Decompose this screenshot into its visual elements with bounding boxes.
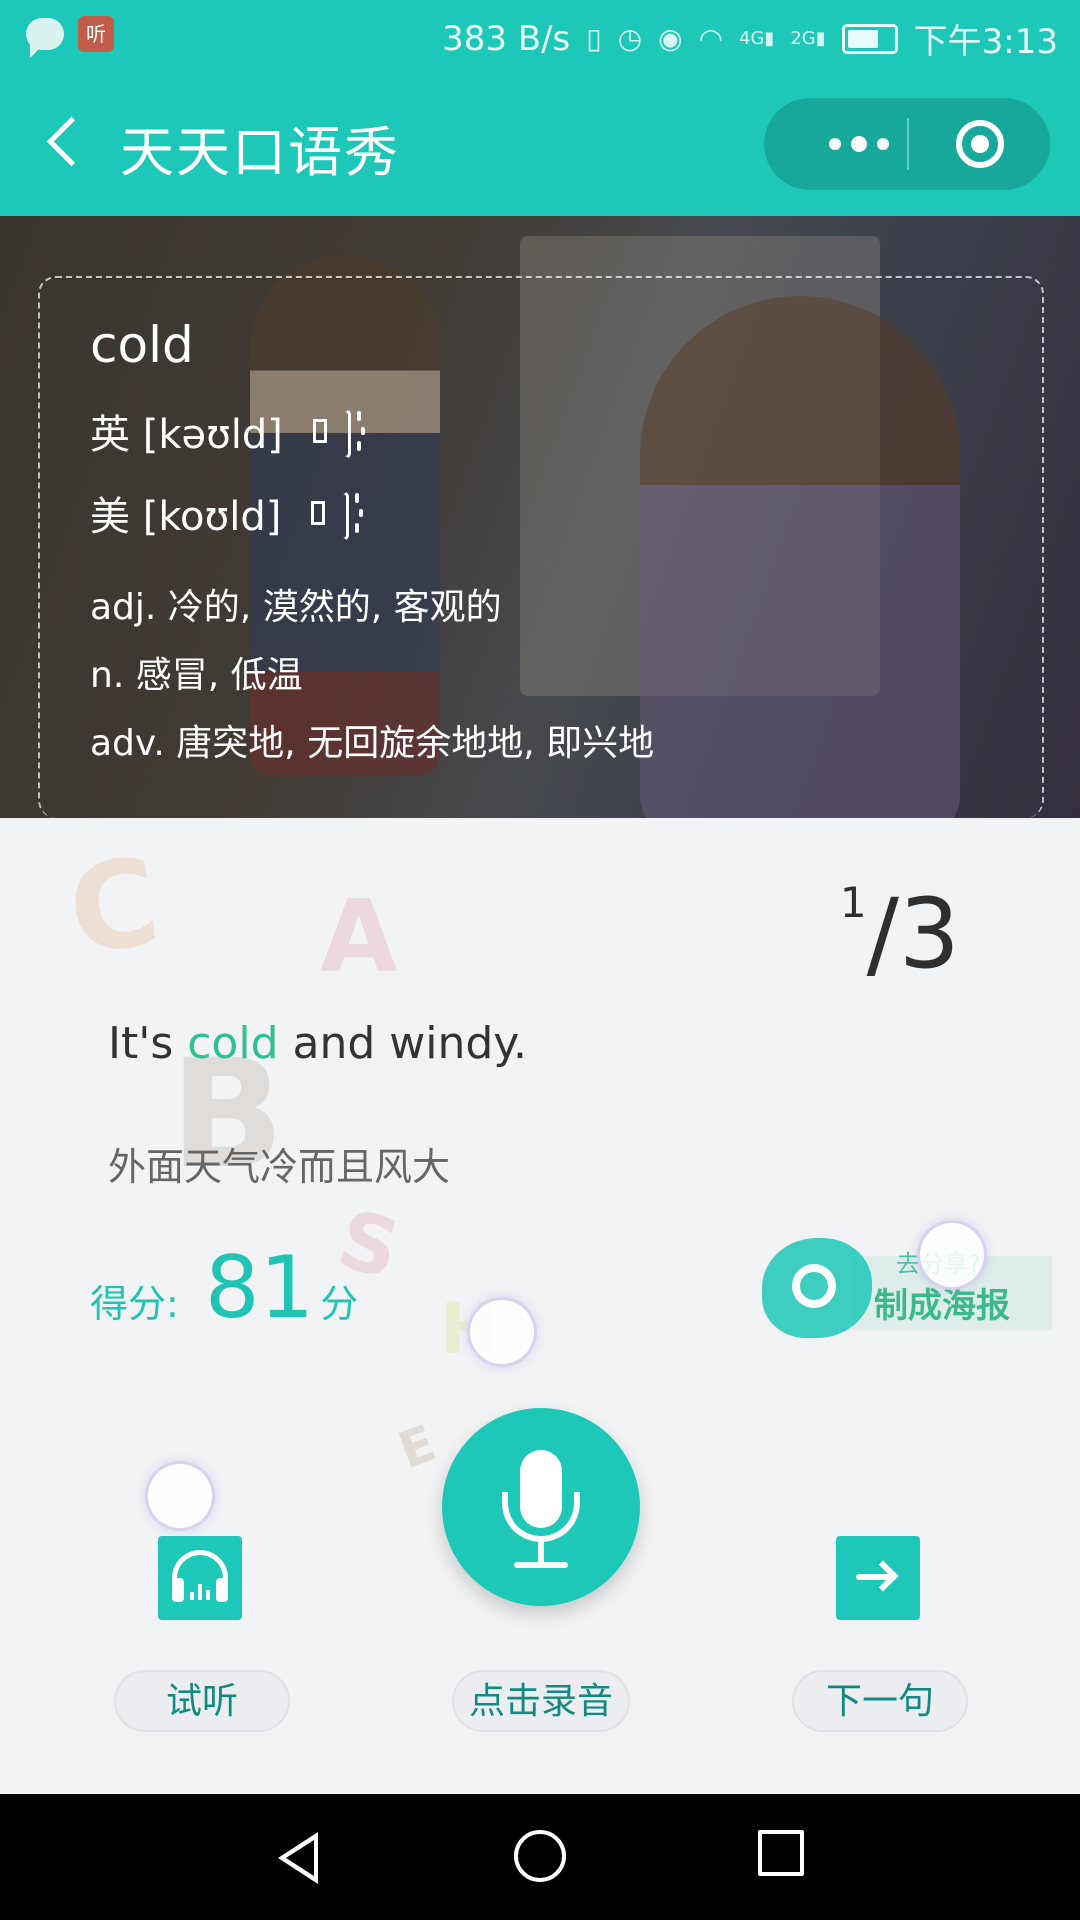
arrow-right-icon (856, 1574, 892, 1580)
score-value: 81 (204, 1238, 315, 1338)
counter-total: 3 (898, 878, 960, 990)
app-notification-icon: 听 (78, 16, 114, 52)
nav-recents-icon[interactable] (758, 1830, 804, 1876)
network-speed: 383 B/s (442, 18, 571, 59)
decor-letter: A (320, 878, 398, 995)
counter-slash: / (866, 878, 899, 990)
app-bar: 天天口语秀 (0, 72, 1080, 216)
listen-button[interactable] (158, 1536, 242, 1620)
sentence-counter: 1/3 (840, 878, 960, 990)
mini-program-capsule (764, 98, 1050, 190)
definition-adv: adv. 唐突地, 无回旋余地地, 即兴地 (90, 723, 655, 764)
next-sentence-button[interactable]: 下一句 (792, 1670, 968, 1732)
record-label-button[interactable]: 点击录音 (452, 1670, 630, 1732)
touch-indicator (148, 1464, 212, 1528)
touch-indicator (920, 1223, 984, 1287)
us-phonetic: 美 [koʊld] (90, 494, 282, 540)
practice-area: C A B S H E 1/3 It's cold and windy. 外面天… (0, 818, 1080, 1794)
battery-icon (841, 23, 898, 54)
next-button[interactable] (836, 1536, 920, 1620)
signal-2g-icon: 2G▮ (790, 28, 826, 49)
word-illustration: cold 英 [kəʊld] 美 [koʊld] adj. 冷的, 漠然的, 客… (0, 216, 1080, 818)
definition-adj: adj. 冷的, 漠然的, 客观的 (90, 587, 502, 628)
record-mic-button[interactable] (442, 1408, 640, 1606)
headphones-icon (172, 1550, 228, 1604)
definition-noun: n. 感冒, 低温 (90, 655, 303, 696)
more-icon[interactable] (804, 124, 914, 164)
capsule-divider (907, 118, 909, 170)
page-title: 天天口语秀 (120, 121, 400, 184)
status-bar: 听 383 B/s ▯ ◷ ◉ ◠ 4G▮ 2G▮ 下午3:13 (0, 0, 1080, 72)
touch-indicator (470, 1300, 534, 1364)
uk-phonetic: 英 [kəʊld] (90, 412, 283, 458)
clock: 下午3:13 (913, 22, 1058, 62)
score-display: 得分: 81 分 (90, 1238, 358, 1338)
highlighted-word: cold (187, 1018, 279, 1069)
practice-sentence: It's cold and windy. (108, 1018, 528, 1069)
score-unit: 分 (320, 1282, 359, 1326)
word-title: cold (90, 316, 194, 374)
us-pronunciation: 美 [koʊld] (90, 484, 367, 542)
uk-pronunciation: 英 [kəʊld] (90, 402, 369, 460)
counter-current: 1 (839, 878, 867, 927)
system-nav-bar (0, 1794, 1080, 1920)
status-right: 383 B/s ▯ ◷ ◉ ◠ 4G▮ 2G▮ 下午3:13 (442, 14, 1058, 63)
decor-letter: E (391, 1413, 444, 1481)
alarm-icon: ◷ (617, 22, 643, 55)
sentence-translation: 外面天气冷而且风大 (108, 1145, 451, 1189)
make-poster-button[interactable]: 去分享? 制成海报 (762, 1238, 1052, 1338)
decor-letter: C (60, 832, 168, 983)
speaker-icon[interactable] (312, 405, 369, 459)
vibrate-icon: ▯ (586, 22, 602, 55)
listen-label-button[interactable]: 试听 (114, 1670, 290, 1732)
signal-4g-icon: 4G▮ (739, 28, 775, 49)
chat-bubble-icon (26, 18, 64, 58)
nav-back-icon[interactable] (278, 1832, 318, 1884)
share-logo-icon (762, 1238, 872, 1338)
speaker-icon[interactable] (311, 487, 367, 541)
nav-home-icon[interactable] (514, 1830, 566, 1882)
score-label: 得分: (90, 1282, 179, 1326)
eye-icon: ◉ (658, 22, 683, 55)
back-icon[interactable] (40, 114, 98, 172)
close-target-icon[interactable] (956, 120, 1004, 168)
wifi-icon: ◠ (698, 22, 724, 55)
status-left: 听 (26, 16, 114, 58)
